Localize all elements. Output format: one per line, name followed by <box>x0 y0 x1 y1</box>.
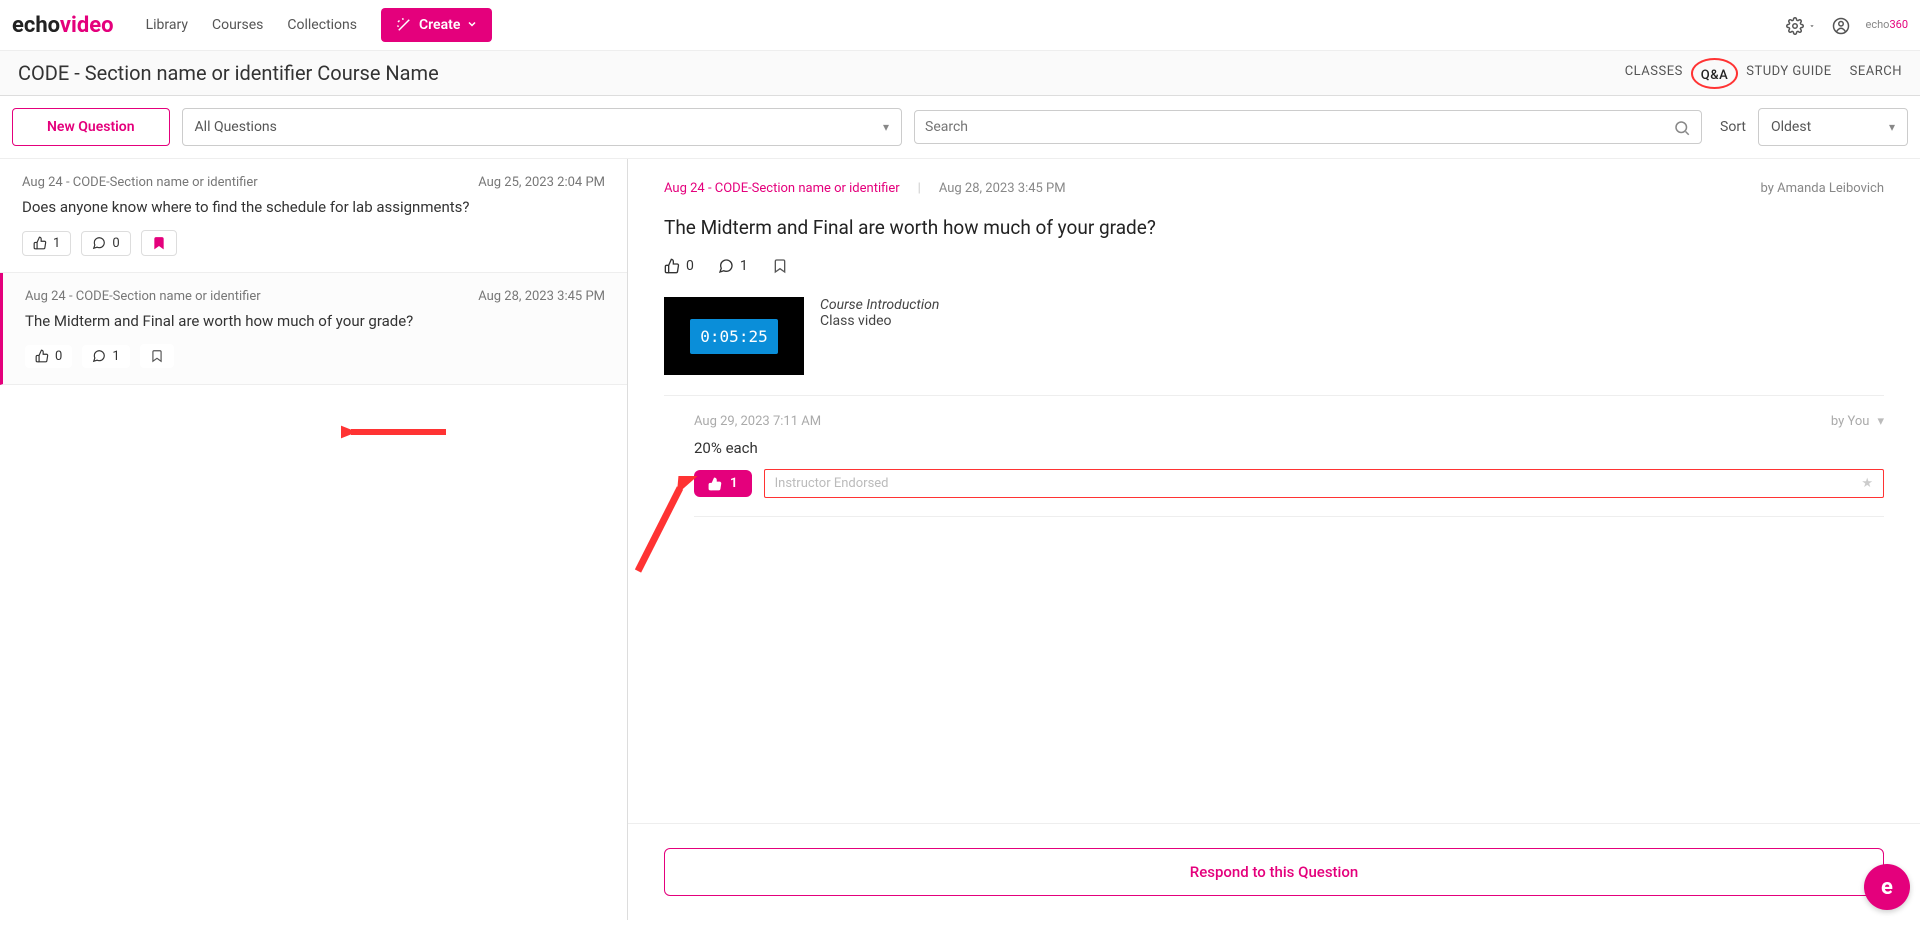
nav-collections[interactable]: Collections <box>287 17 357 33</box>
question-source: Aug 24 - CODE-Section name or identifier <box>25 289 261 304</box>
new-question-button[interactable]: New Question <box>12 108 170 146</box>
reply-count: 0 <box>112 236 119 251</box>
search-input[interactable] <box>925 119 1673 135</box>
comment-icon <box>92 236 106 250</box>
top-nav: echovideo Library Courses Collections Cr… <box>0 0 1920 51</box>
page-title: CODE - Section name or identifier Course… <box>18 61 439 85</box>
bookmark-button[interactable] <box>772 257 788 275</box>
question-list: Aug 24 - CODE-Section name or identifier… <box>0 159 628 920</box>
response-author: by You <box>1831 414 1870 429</box>
comment-icon <box>718 258 734 274</box>
like-count: 0 <box>55 349 62 364</box>
detail-date: Aug 28, 2023 3:45 PM <box>939 181 1066 196</box>
tab-classes[interactable]: CLASSES <box>1625 64 1683 83</box>
video-subtitle: Class video <box>820 313 939 329</box>
chevron-down-icon: ▾ <box>1889 120 1895 134</box>
reply-count-button[interactable]: 0 <box>81 231 130 256</box>
nav-courses[interactable]: Courses <box>212 17 263 33</box>
annotation-arrow <box>341 418 451 446</box>
thumbs-up-icon <box>664 258 680 274</box>
sort-label: Sort <box>1720 119 1746 135</box>
tab-qa[interactable]: Q&A <box>1701 68 1728 83</box>
chat-icon: e <box>1881 875 1893 900</box>
main-panes: Aug 24 - CODE-Section name or identifier… <box>0 159 1920 920</box>
reply-count: 1 <box>112 349 119 364</box>
search-box[interactable] <box>914 110 1702 144</box>
thumbs-up-icon <box>33 236 47 250</box>
response-item: Aug 29, 2023 7:11 AM by You ▾ 20% each 1… <box>628 396 1920 517</box>
video-timecode: 0:05:25 <box>690 319 777 354</box>
endorsed-label: Instructor Endorsed <box>775 476 889 491</box>
create-label: Create <box>419 17 460 33</box>
question-date: Aug 28, 2023 3:45 PM <box>478 289 605 304</box>
bookmark-icon <box>152 235 166 251</box>
video-title: Course Introduction <box>820 297 939 313</box>
search-icon <box>1673 117 1691 137</box>
question-date: Aug 25, 2023 2:04 PM <box>478 175 605 190</box>
create-button[interactable]: Create <box>381 8 492 42</box>
question-item[interactable]: Aug 24 - CODE-Section name or identifier… <box>0 273 627 385</box>
bookmark-icon <box>772 257 788 275</box>
brand-logo[interactable]: echovideo <box>12 13 114 38</box>
settings-icon[interactable] <box>1786 15 1816 35</box>
thumbs-up-icon <box>708 477 722 491</box>
sort-value: Oldest <box>1771 119 1811 135</box>
sort-dropdown[interactable]: Oldest ▾ <box>1758 108 1908 146</box>
response-text: 20% each <box>694 439 1884 457</box>
star-icon: ★ <box>1861 476 1873 491</box>
like-count: 0 <box>686 258 694 274</box>
reply-count-button[interactable]: 1 <box>82 345 129 368</box>
bookmark-icon <box>150 348 164 364</box>
annotation-arrow <box>618 476 698 576</box>
bookmark-button[interactable] <box>140 344 174 368</box>
qa-toolbar: New Question All Questions ▾ Sort Oldest… <box>0 96 1920 159</box>
logo-text-1: echo <box>12 13 60 38</box>
chevron-down-icon: ▾ <box>883 120 889 134</box>
chat-fab[interactable]: e <box>1864 864 1910 910</box>
reply-count: 1 <box>740 258 748 274</box>
wand-icon <box>395 16 413 34</box>
question-source: Aug 24 - CODE-Section name or identifier <box>22 175 258 190</box>
response-like-count: 1 <box>730 476 738 491</box>
response-date: Aug 29, 2023 7:11 AM <box>694 414 821 429</box>
breadcrumb-bar: CODE - Section name or identifier Course… <box>0 51 1920 96</box>
tab-search[interactable]: SEARCH <box>1850 64 1902 83</box>
detail-source[interactable]: Aug 24 - CODE-Section name or identifier <box>664 181 900 196</box>
question-text: Does anyone know where to find the sched… <box>22 198 605 216</box>
logo-text-2: video <box>60 13 114 38</box>
tab-study-guide[interactable]: STUDY GUIDE <box>1746 64 1831 83</box>
reply-count-button[interactable]: 1 <box>718 258 748 274</box>
video-thumbnail[interactable]: 0:05:25 <box>664 297 804 375</box>
question-text: The Midterm and Final are worth how much… <box>25 312 605 330</box>
like-button[interactable]: 0 <box>664 258 694 274</box>
thumbs-up-icon <box>35 349 49 363</box>
response-like-button[interactable]: 1 <box>694 470 752 497</box>
detail-question-text: The Midterm and Final are worth how much… <box>664 216 1884 239</box>
chevron-down-icon <box>466 18 478 33</box>
detail-author: by Amanda Leibovich <box>1761 181 1884 196</box>
section-tabs: CLASSES Q&A STUDY GUIDE SEARCH <box>1625 64 1902 83</box>
question-detail: Aug 24 - CODE-Section name or identifier… <box>628 159 1920 920</box>
filter-dropdown[interactable]: All Questions ▾ <box>182 108 902 146</box>
product-mini-logo: echo360 <box>1866 18 1908 31</box>
chevron-down-icon[interactable]: ▾ <box>1877 414 1884 429</box>
question-item[interactable]: Aug 24 - CODE-Section name or identifier… <box>0 159 627 273</box>
user-icon[interactable] <box>1832 15 1850 35</box>
respond-bar: Respond to this Question <box>628 823 1920 920</box>
like-button[interactable]: 0 <box>25 345 72 368</box>
filter-label: All Questions <box>195 119 277 135</box>
video-reference[interactable]: 0:05:25 Course Introduction Class video <box>664 297 1884 396</box>
instructor-endorsed-badge[interactable]: Instructor Endorsed ★ <box>764 469 1884 498</box>
like-button[interactable]: 1 <box>22 231 71 256</box>
comment-icon <box>92 349 106 363</box>
nav-library[interactable]: Library <box>146 17 188 33</box>
bookmark-button[interactable] <box>141 230 177 256</box>
like-count: 1 <box>53 236 60 251</box>
respond-button[interactable]: Respond to this Question <box>664 848 1884 896</box>
